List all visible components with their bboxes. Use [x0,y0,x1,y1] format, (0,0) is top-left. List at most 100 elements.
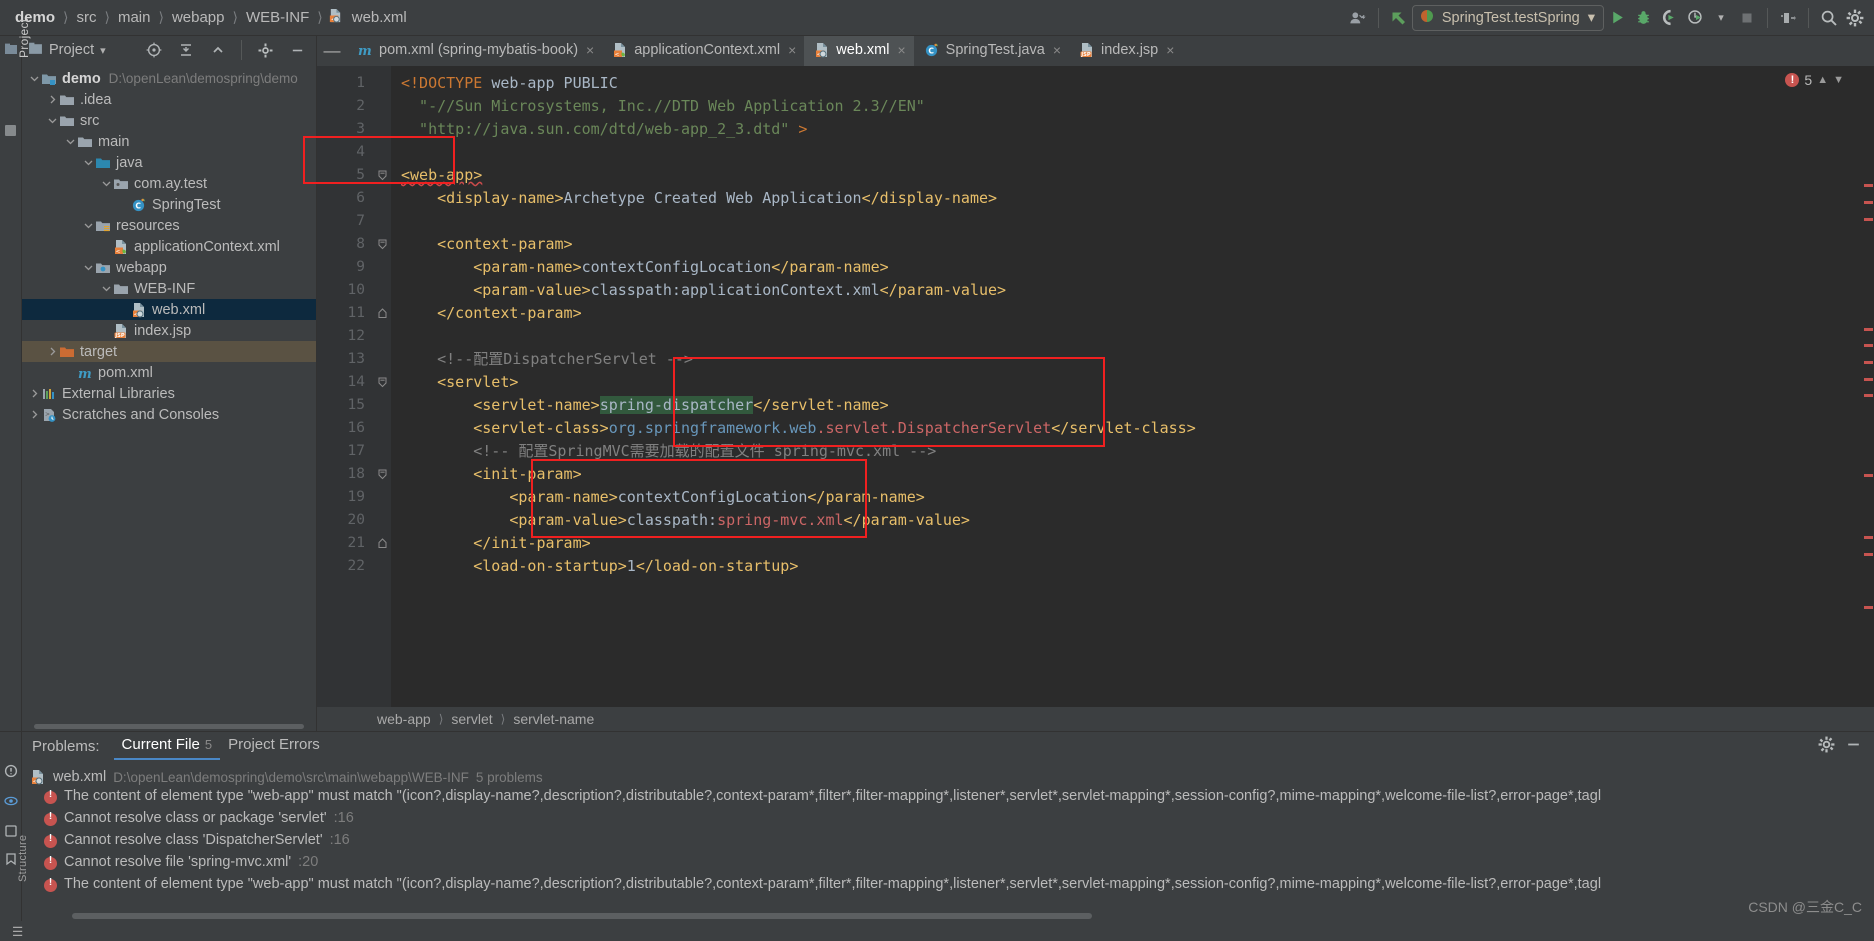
code-line[interactable]: </context-param> [391,302,1860,325]
problem-location[interactable]: :16 [330,832,350,848]
problems-rail-icon[interactable] [4,764,18,778]
chevron-down-icon[interactable] [100,177,113,190]
gear-icon[interactable] [252,37,278,63]
code-line[interactable]: <servlet-name>spring-dispatcher</servlet… [391,394,1860,417]
run-configuration-selector[interactable]: SpringTest.testSpring ▾ [1411,4,1604,31]
chevron-right-icon[interactable] [46,93,59,106]
editor-tab-springtest-java[interactable]: C SpringTest.java × [914,36,1069,66]
chevron-down-icon[interactable] [64,135,77,148]
tab-project-errors[interactable]: Project Errors [220,733,328,760]
fold-marker-icon[interactable] [373,164,391,187]
commit-rail-icon[interactable] [4,124,18,138]
fold-marker-icon[interactable] [373,233,391,256]
error-stripe-mark[interactable] [1864,474,1873,477]
tree-item-com-ay-test[interactable]: com.ay.test [22,173,316,194]
error-stripe-mark[interactable] [1864,536,1873,539]
tree-item-java[interactable]: java [22,152,316,173]
code-line[interactable]: <!--配置DispatcherServlet --> [391,348,1860,371]
close-icon[interactable]: × [788,42,796,58]
code-line[interactable]: <load-on-startup>1</load-on-startup> [391,555,1860,578]
tree-item-springtest[interactable]: C SpringTest [22,194,316,215]
error-stripe-mark[interactable] [1864,394,1873,397]
expand-icon[interactable] [205,37,231,63]
run-icon[interactable] [1604,5,1630,31]
fold-marker-icon[interactable] [373,532,391,555]
code-editor[interactable]: 1 2 3 4 5 6 7 8 9 10 11 12 13 14 15 16 17 18 19 20 21 22 <!DO… [303,66,1874,707]
editor-tab-web-xml[interactable]: < web.xml × [804,36,914,66]
code-line[interactable]: <!DOCTYPE web-app PUBLIC [391,72,1860,95]
problem-location[interactable]: :16 [334,810,354,826]
problem-item[interactable]: The content of element type "web-app" mu… [30,788,1874,810]
preview-rail-icon[interactable] [4,794,18,808]
problems-list[interactable]: < web.xml D:\openLean\demospring\demo\src\… [22,760,1874,910]
tab-current-file[interactable]: Current File 5 [113,733,221,760]
tree-item-scratches-and-consoles[interactable]: > Scratches and Consoles [22,404,316,425]
close-icon[interactable]: × [1053,42,1061,58]
code-line[interactable]: <init-param> [391,463,1860,486]
error-stripe-mark[interactable] [1864,361,1873,364]
close-icon[interactable]: × [1166,42,1174,58]
code-line[interactable]: <web-app> [391,164,1860,187]
search-icon[interactable] [1816,5,1842,31]
code-content[interactable]: <!DOCTYPE web-app PUBLIC "-//Sun Microsy… [391,66,1860,707]
structure-rail-label[interactable]: Structure [17,835,29,882]
gear-icon[interactable] [1842,5,1868,31]
breadcrumb-item-src[interactable]: src [73,9,99,26]
inspection-status-badge[interactable]: ! 5 ▲ ▼ [1785,72,1844,88]
fold-marker-icon[interactable] [373,371,391,394]
close-icon[interactable]: × [586,42,594,58]
layout-icon[interactable] [1775,5,1801,31]
chevron-down-icon[interactable]: ▾ [100,44,106,57]
problems-file-row[interactable]: < web.xml D:\openLean\demospring\demo\src\… [30,766,1874,788]
chevron-down-icon[interactable] [82,219,95,232]
problems-horizontal-scrollbar[interactable] [22,910,1874,921]
code-line[interactable]: </init-param> [391,532,1860,555]
problem-item[interactable]: Cannot resolve class 'DispatcherServlet'… [30,832,1874,854]
editor-tab-pom-xml[interactable]: m pom.xml (spring-mybatis-book) × [347,36,602,66]
problem-item[interactable]: Cannot resolve file 'spring-mvc.xml':20 [30,854,1874,876]
problem-location[interactable]: :20 [298,854,318,870]
code-line[interactable] [391,141,1860,164]
chevron-down-icon[interactable] [100,282,113,295]
breadcrumb-item-webapp[interactable]: webapp [169,9,228,26]
tree-item-src[interactable]: src [22,110,316,131]
code-line[interactable] [391,210,1860,233]
breadcrumb-item-main[interactable]: main [115,9,154,26]
code-line[interactable]: <!-- 配置SpringMVC需要加载的配置文件 spring-mvc.xml… [391,440,1860,463]
fold-marker-icon[interactable] [373,302,391,325]
status-breadcrumb-item[interactable]: servlet [451,711,492,727]
close-icon[interactable]: × [897,42,905,58]
chevron-down-icon[interactable]: ▼ [1833,74,1844,86]
chevron-right-icon[interactable] [46,345,59,358]
code-line[interactable]: <servlet-class>org.springframework.web.s… [391,417,1860,440]
tree-item-pom-xml[interactable]: m pom.xml [22,362,316,383]
chevron-right-icon[interactable] [28,408,41,421]
tree-item-web-xml[interactable]: < web.xml [22,299,316,320]
editor-tab-index-jsp[interactable]: JSP index.jsp × [1069,36,1182,66]
chevron-right-icon[interactable] [28,387,41,400]
code-line[interactable]: "http://java.sun.com/dtd/web-app_2_3.dtd… [391,118,1860,141]
chevron-down-icon[interactable] [46,114,59,127]
gear-icon[interactable] [1818,736,1835,757]
tree-item-resources[interactable]: resources [22,215,316,236]
code-line[interactable]: <param-name>contextConfigLocation</param… [391,256,1860,279]
tree-item-webapp[interactable]: webapp [22,257,316,278]
hide-icon[interactable] [284,37,310,63]
tree-item-applicationcontext-xml[interactable]: < applicationContext.xml [22,236,316,257]
project-tree[interactable]: demo D:\openLean\demospring\demo .idea src m… [22,64,316,722]
editor-tab-applicationcontext-xml[interactable]: < applicationContext.xml × [602,36,804,66]
project-horizontal-scrollbar[interactable] [22,722,316,731]
fold-marker-icon[interactable] [373,463,391,486]
error-stripe-mark[interactable] [1864,218,1873,221]
run-with-coverage-icon[interactable] [1656,5,1682,31]
profiler-dropdown-icon[interactable]: ▾ [1708,5,1734,31]
error-stripe-scrollbar[interactable] [1860,66,1874,707]
status-breadcrumb-item[interactable]: web-app [377,711,431,727]
status-chip[interactable]: ☰ [12,924,23,939]
chevron-down-icon[interactable] [82,156,95,169]
error-stripe-mark[interactable] [1864,201,1873,204]
breadcrumb-item-file[interactable]: < web.xml [328,8,410,27]
tree-item-main[interactable]: main [22,131,316,152]
collapse-all-icon[interactable] [173,37,199,63]
code-line[interactable]: <param-value>classpath:spring-mvc.xml</p… [391,509,1860,532]
